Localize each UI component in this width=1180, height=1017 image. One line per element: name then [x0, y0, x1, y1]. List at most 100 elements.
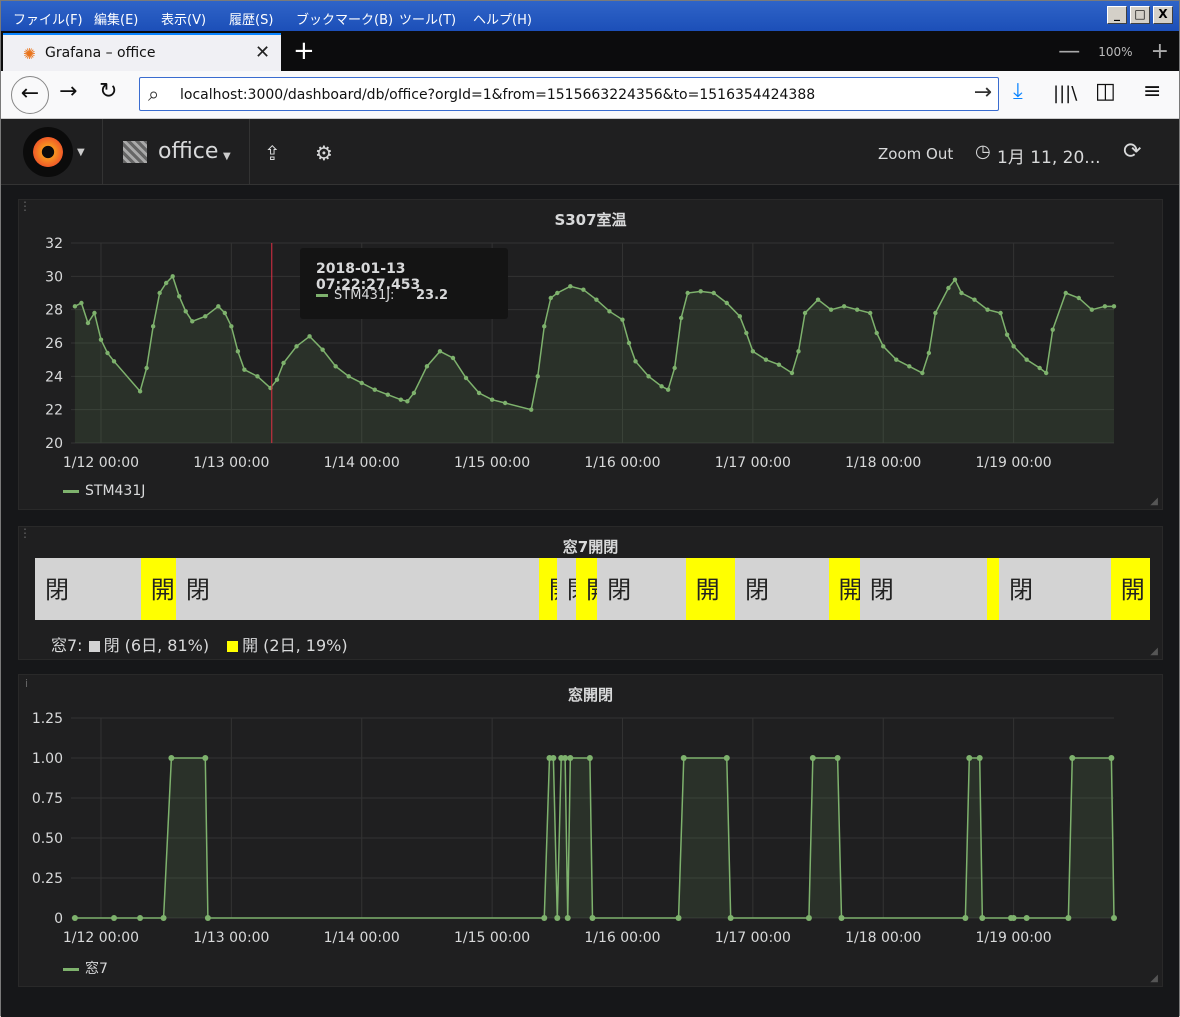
data-point: [346, 374, 351, 379]
url-bar[interactable]: ⌕ localhost:3000/dashboard/db/office?org…: [139, 77, 999, 111]
share-icon[interactable]: ⇪: [264, 141, 281, 165]
chart-tooltip: 2018-01-13 07:22:27.453 STM431J: 23.2: [300, 248, 508, 319]
browser-window: ファイル(F) 編集(E) 表示(V) 履歴(S) ブックマーク(B) ツール(…: [0, 0, 1180, 1017]
time-range-picker[interactable]: 1月 11, 20...: [997, 143, 1101, 168]
closed-segment[interactable]: 閉: [999, 558, 1111, 620]
close-window-button[interactable]: X: [1153, 6, 1173, 24]
sidebar-icon[interactable]: ◫: [1095, 79, 1116, 104]
legend-item[interactable]: 窓7: [63, 958, 108, 978]
grafana-logo-icon[interactable]: [23, 127, 73, 177]
download-icon[interactable]: ⤓: [1013, 79, 1023, 104]
browser-tab[interactable]: ✺ Grafana – office ✕: [3, 33, 281, 71]
window-open-chart[interactable]: 0 0.25 0.50 0.75 1.00 1.25 1/12 00:00 1/13 00:0…: [19, 675, 1164, 988]
data-point: [1069, 755, 1076, 761]
data-point: [802, 310, 808, 316]
data-point: [222, 310, 228, 316]
logo-caret-icon[interactable]: ▼: [77, 147, 85, 158]
data-point: [372, 387, 377, 392]
temperature-chart[interactable]: 20 22 24 26 28 30 32 1/12 00:00 1/13 00:00 1/14 0…: [19, 200, 1164, 511]
menu-tools[interactable]: ツール(T): [399, 9, 456, 28]
library-icon[interactable]: |||\: [1053, 83, 1077, 104]
menu-icon[interactable]: ≡: [1143, 79, 1161, 104]
closed-segment[interactable]: 閉: [175, 558, 539, 620]
segment-label: 開: [150, 576, 175, 604]
zoom-level[interactable]: 100%: [1098, 45, 1132, 59]
tooltip-value: 23.2: [416, 288, 449, 303]
menu-help[interactable]: ヘルプ(H): [473, 9, 532, 28]
resize-handle-icon[interactable]: ◢: [1150, 646, 1158, 657]
open-segment[interactable]: 開: [986, 558, 1000, 620]
close-tab-icon[interactable]: ✕: [255, 42, 270, 63]
menu-bookmarks[interactable]: ブックマーク(B): [296, 9, 393, 28]
dashboard-caret-icon[interactable]: ▼: [223, 151, 231, 162]
closed-segment[interactable]: 閉: [35, 558, 141, 620]
y-tick-label: 22: [45, 403, 63, 419]
reload-icon[interactable]: ↻: [99, 79, 117, 104]
panel-title[interactable]: 窓7開閉: [19, 536, 1162, 557]
open-segment[interactable]: 開: [685, 558, 735, 620]
open-segment[interactable]: 開: [1110, 558, 1150, 620]
data-point: [255, 374, 260, 379]
data-point: [841, 304, 847, 309]
data-point: [71, 915, 78, 921]
data-point: [1004, 332, 1010, 337]
data-point: [926, 350, 932, 356]
data-point: [966, 755, 973, 761]
menu-edit[interactable]: 編集(E): [94, 9, 138, 28]
data-point: [763, 357, 769, 362]
data-point: [398, 397, 404, 402]
y-tick-label: 0: [54, 911, 63, 927]
data-point: [554, 915, 561, 921]
data-point: [1076, 295, 1081, 301]
legend-item[interactable]: STM431J: [63, 483, 145, 499]
y-tick-label: 0.75: [32, 791, 63, 807]
zoom-out-button[interactable]: Zoom Out: [878, 145, 953, 163]
clock-icon[interactable]: ◷: [975, 141, 991, 162]
gear-icon[interactable]: ⚙: [315, 141, 333, 165]
x-tick-label: 1/18 00:00: [845, 930, 921, 946]
menu-file[interactable]: ファイル(F): [13, 9, 83, 28]
open-segment[interactable]: 開: [538, 558, 557, 620]
maximize-button[interactable]: □: [1130, 6, 1150, 24]
data-point: [828, 307, 834, 312]
tab-bar: ✺ Grafana – office ✕ + — 100% +: [1, 31, 1179, 71]
zoom-out-button[interactable]: —: [1058, 39, 1080, 64]
open-segment[interactable]: 開: [140, 558, 176, 620]
url-text[interactable]: localhost:3000/dashboard/db/office?orgId…: [180, 87, 815, 103]
x-tick-label: 1/16 00:00: [584, 455, 660, 471]
state-timeline[interactable]: 閉開閉開閉開閉開閉開閉開閉開: [35, 558, 1150, 620]
minimize-button[interactable]: _: [1107, 6, 1127, 24]
legend-closed[interactable]: 閉 (6日, 81%): [104, 636, 210, 655]
data-point: [976, 755, 983, 761]
dashboard-title[interactable]: office: [158, 139, 218, 164]
data-point: [160, 915, 167, 921]
zoom-in-button[interactable]: +: [1151, 39, 1169, 64]
window-open-panel: i 窓開閉 0 0.25 0.50 0.75 1.00 1.25 1/12 00:00 1/1…: [18, 674, 1163, 987]
forward-arrow-icon[interactable]: →: [59, 79, 77, 104]
menu-history[interactable]: 履歴(S): [229, 9, 273, 28]
data-point: [424, 364, 430, 369]
menu-view[interactable]: 表示(V): [161, 9, 206, 28]
new-tab-button[interactable]: +: [293, 36, 315, 66]
x-tick-label: 1/19 00:00: [975, 930, 1051, 946]
closed-segment[interactable]: 閉: [556, 558, 576, 620]
y-tick-label: 32: [45, 236, 63, 252]
legend-open[interactable]: 開 (2日, 19%): [242, 636, 348, 655]
refresh-icon[interactable]: ⟳: [1123, 139, 1141, 164]
data-point: [1010, 915, 1017, 921]
open-segment[interactable]: 開: [828, 558, 860, 620]
y-tick-label: 0.50: [32, 831, 63, 847]
closed-segment[interactable]: 閉: [734, 558, 829, 620]
x-tick-label: 1/14 00:00: [324, 930, 400, 946]
data-point: [744, 330, 749, 336]
closed-segment[interactable]: 閉: [859, 558, 987, 620]
resize-handle-icon[interactable]: ◢: [1150, 496, 1158, 507]
data-point: [235, 349, 241, 354]
data-point: [294, 344, 299, 349]
resize-handle-icon[interactable]: ◢: [1150, 973, 1158, 984]
back-arrow-icon[interactable]: ←: [11, 76, 49, 114]
open-segment[interactable]: 開: [575, 558, 598, 620]
go-arrow-icon[interactable]: →: [974, 80, 992, 105]
closed-segment[interactable]: 閉: [597, 558, 686, 620]
data-point: [1111, 915, 1117, 921]
